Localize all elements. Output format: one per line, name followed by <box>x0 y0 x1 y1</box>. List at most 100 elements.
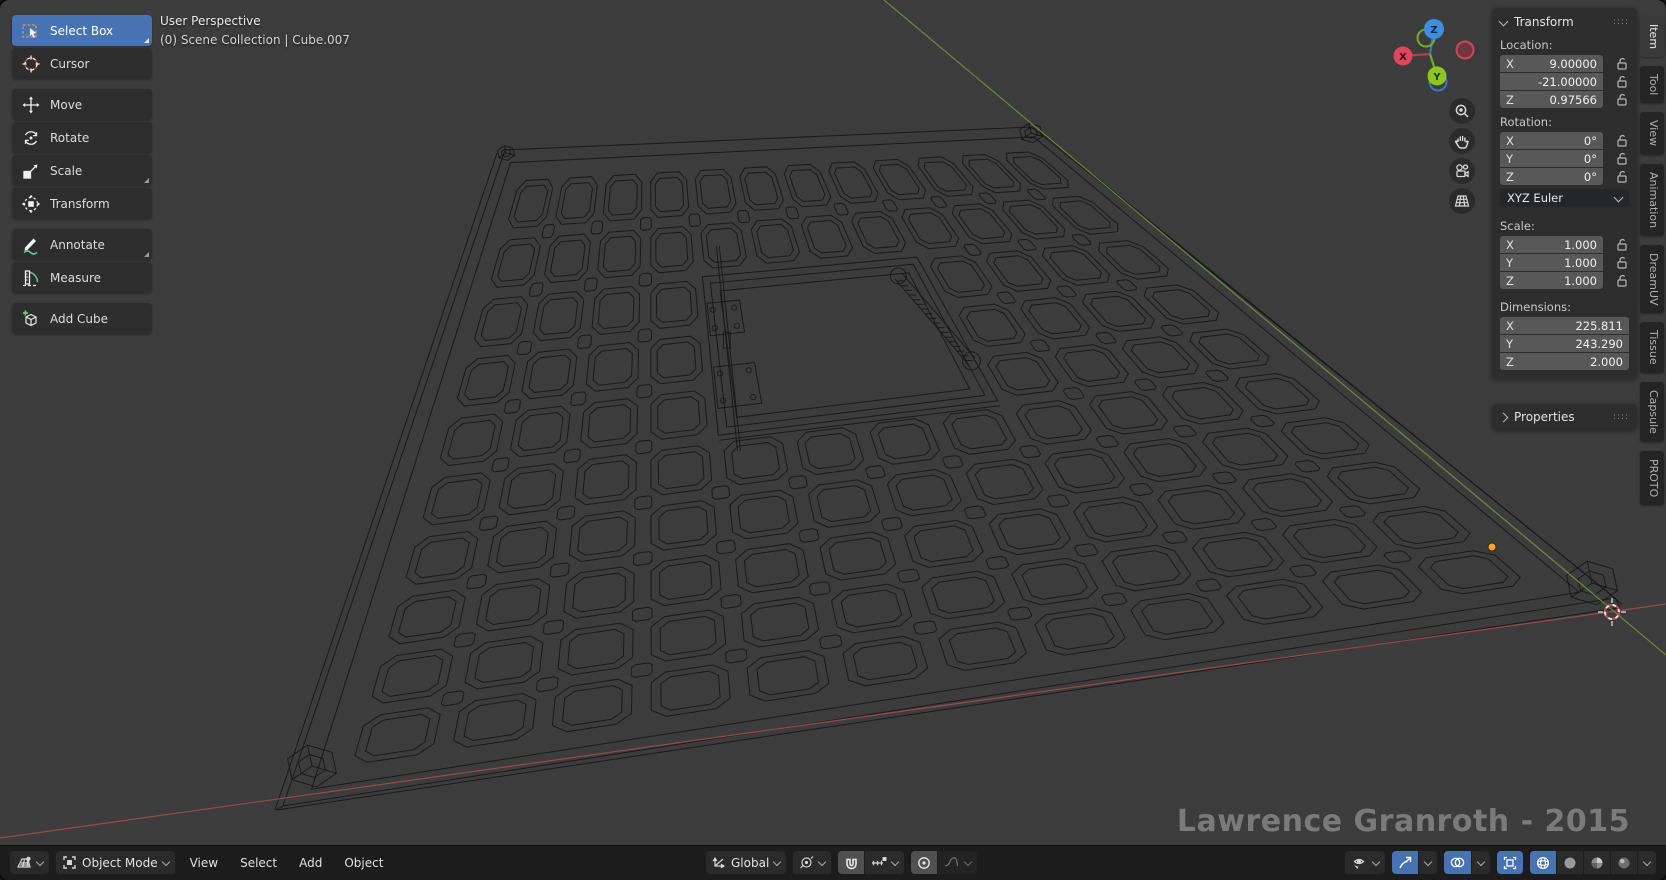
gizmo-options-dropdown[interactable] <box>1419 851 1437 874</box>
chevron-down-icon <box>1424 857 1432 865</box>
tool-button-move[interactable]: Move <box>12 89 152 120</box>
panel-drag-dots[interactable]: :::: <box>1613 413 1629 421</box>
pan-hand-icon[interactable] <box>1449 128 1475 154</box>
blender-window: Lawrence Granroth - 2015 User Perspectiv… <box>0 0 1666 880</box>
location-label: Location: <box>1500 38 1629 52</box>
mode-dropdown[interactable]: Object Mode <box>56 851 175 874</box>
camera-view-icon[interactable] <box>1449 158 1475 184</box>
number-field[interactable]: Z0° <box>1500 168 1603 185</box>
properties-panel-header[interactable]: Properties :::: <box>1500 408 1629 426</box>
tool-button-measure[interactable]: Measure <box>12 262 152 293</box>
show-gizmo-toggle[interactable] <box>1392 851 1418 874</box>
sidebar-tab-item[interactable]: Item <box>1640 16 1664 57</box>
tool-button-scale[interactable]: Scale <box>12 155 152 186</box>
sidebar-properties-panel: Properties :::: <box>1492 404 1637 430</box>
snap-magnet-toggle[interactable] <box>838 851 864 874</box>
snap-increment-icon <box>871 856 887 869</box>
transform-panel-header[interactable]: Transform :::: <box>1500 13 1629 31</box>
tool-button-add-cube[interactable]: Add Cube <box>12 303 152 334</box>
gizmos-group <box>1392 851 1437 874</box>
overlays-options-dropdown[interactable] <box>1472 851 1490 874</box>
editor-type-button[interactable] <box>10 851 49 874</box>
xray-toggle[interactable] <box>1497 851 1523 874</box>
sidebar-tab-tool[interactable]: Tool <box>1640 66 1664 103</box>
number-field[interactable]: Z2.000 <box>1500 353 1629 370</box>
axis-label: Z <box>1506 93 1518 107</box>
number-field[interactable]: Y0° <box>1500 150 1603 167</box>
menu-view[interactable]: View <box>190 856 218 870</box>
pivot-point-dropdown[interactable] <box>793 851 831 874</box>
field-row: X0° <box>1500 132 1629 149</box>
number-field[interactable]: X1.000 <box>1500 236 1603 253</box>
number-field[interactable]: Z 0.97566 <box>1500 91 1603 108</box>
scale-label: Scale: <box>1500 219 1629 233</box>
lock-icon[interactable] <box>1616 238 1629 252</box>
grid-ortho-icon[interactable] <box>1449 188 1475 214</box>
tool-button-transform[interactable]: Transform <box>12 188 152 219</box>
menu-object[interactable]: Object <box>344 856 383 870</box>
panel-drag-dots[interactable]: :::: <box>1613 18 1629 26</box>
field-value: 243.290 <box>1575 337 1623 351</box>
number-field[interactable]: Z1.000 <box>1500 272 1603 289</box>
tool-button-annotate[interactable]: Annotate <box>12 229 152 260</box>
navigation-gizmo[interactable]: Z X Y <box>1388 10 1480 98</box>
number-field[interactable]: X225.811 <box>1500 317 1629 334</box>
sidebar-tab-proto[interactable]: PROTO <box>1640 451 1664 505</box>
chevron-right-icon <box>1499 412 1509 422</box>
zoom-icon[interactable] <box>1449 98 1475 124</box>
field-row: Y1.000 <box>1500 254 1629 271</box>
tool-label: Move <box>50 98 82 112</box>
lock-icon[interactable] <box>1616 75 1629 89</box>
snapping-group <box>838 851 904 874</box>
gizmo-neg-x-ball[interactable] <box>1457 42 1474 59</box>
lock-icon[interactable] <box>1616 256 1629 270</box>
transform-orientation-dropdown[interactable]: Global <box>706 851 786 874</box>
shading-wireframe-button[interactable] <box>1530 851 1556 874</box>
lock-icon[interactable] <box>1616 57 1629 71</box>
sidebar-tab-animation[interactable]: Animation <box>1640 164 1664 236</box>
shading-solid-button[interactable] <box>1557 851 1583 874</box>
viewport-canvas[interactable] <box>0 0 1666 880</box>
number-field[interactable]: X9.00000 <box>1500 55 1603 72</box>
tool-button-select-box[interactable]: Select Box <box>12 15 152 46</box>
svg-text:X: X <box>1399 52 1407 63</box>
chevron-down-icon <box>1372 857 1380 865</box>
field-row: X9.00000 <box>1500 55 1629 72</box>
axis-label: Y <box>1506 337 1518 351</box>
sidebar-tab-view[interactable]: View <box>1640 112 1664 154</box>
field-row: -21.00000 <box>1500 73 1629 90</box>
tool-button-cursor[interactable]: Cursor <box>12 48 152 79</box>
lock-icon[interactable] <box>1616 152 1629 166</box>
rotation-mode-dropdown[interactable]: XYZ Euler <box>1500 189 1629 207</box>
shading-rendered-button[interactable] <box>1611 851 1637 874</box>
viewport-header-bar: Object Mode View Select Add Object Global <box>0 845 1666 880</box>
sidebar-tab-tissue[interactable]: Tissue <box>1640 322 1664 373</box>
show-overlays-toggle[interactable] <box>1444 851 1471 874</box>
proportional-edit-toggle[interactable] <box>911 851 937 874</box>
number-field[interactable]: X0° <box>1500 132 1603 149</box>
number-field[interactable]: Y1.000 <box>1500 254 1603 271</box>
lock-icon[interactable] <box>1616 134 1629 148</box>
field-value: 0.97566 <box>1549 93 1597 107</box>
shading-material-button[interactable] <box>1584 851 1610 874</box>
visibility-dropdown[interactable] <box>1345 851 1385 874</box>
proportional-falloff-dropdown[interactable] <box>938 851 977 874</box>
view-name-label: User Perspective <box>160 12 350 31</box>
lock-icon[interactable] <box>1616 93 1629 107</box>
shading-options-dropdown[interactable] <box>1638 851 1656 874</box>
svg-text:Z: Z <box>1430 25 1437 36</box>
properties-panel-title: Properties <box>1514 410 1575 424</box>
menu-add[interactable]: Add <box>299 856 322 870</box>
axis-label: X <box>1506 57 1518 71</box>
menu-select[interactable]: Select <box>240 856 277 870</box>
sidebar-tab-capsule[interactable]: Capsule <box>1640 382 1664 442</box>
snap-target-dropdown[interactable] <box>865 851 904 874</box>
lock-icon[interactable] <box>1616 170 1629 184</box>
number-field[interactable]: Y 243.290 <box>1500 335 1629 352</box>
rendered-sphere-icon <box>1617 856 1631 870</box>
tool-button-rotate[interactable]: Rotate <box>12 122 152 153</box>
number-field[interactable]: -21.00000 <box>1500 73 1603 90</box>
sidebar-tab-dreamuv[interactable]: DreamUV <box>1640 245 1664 314</box>
lock-icon[interactable] <box>1616 274 1629 288</box>
footer-menus: View Select Add Object <box>179 856 395 870</box>
